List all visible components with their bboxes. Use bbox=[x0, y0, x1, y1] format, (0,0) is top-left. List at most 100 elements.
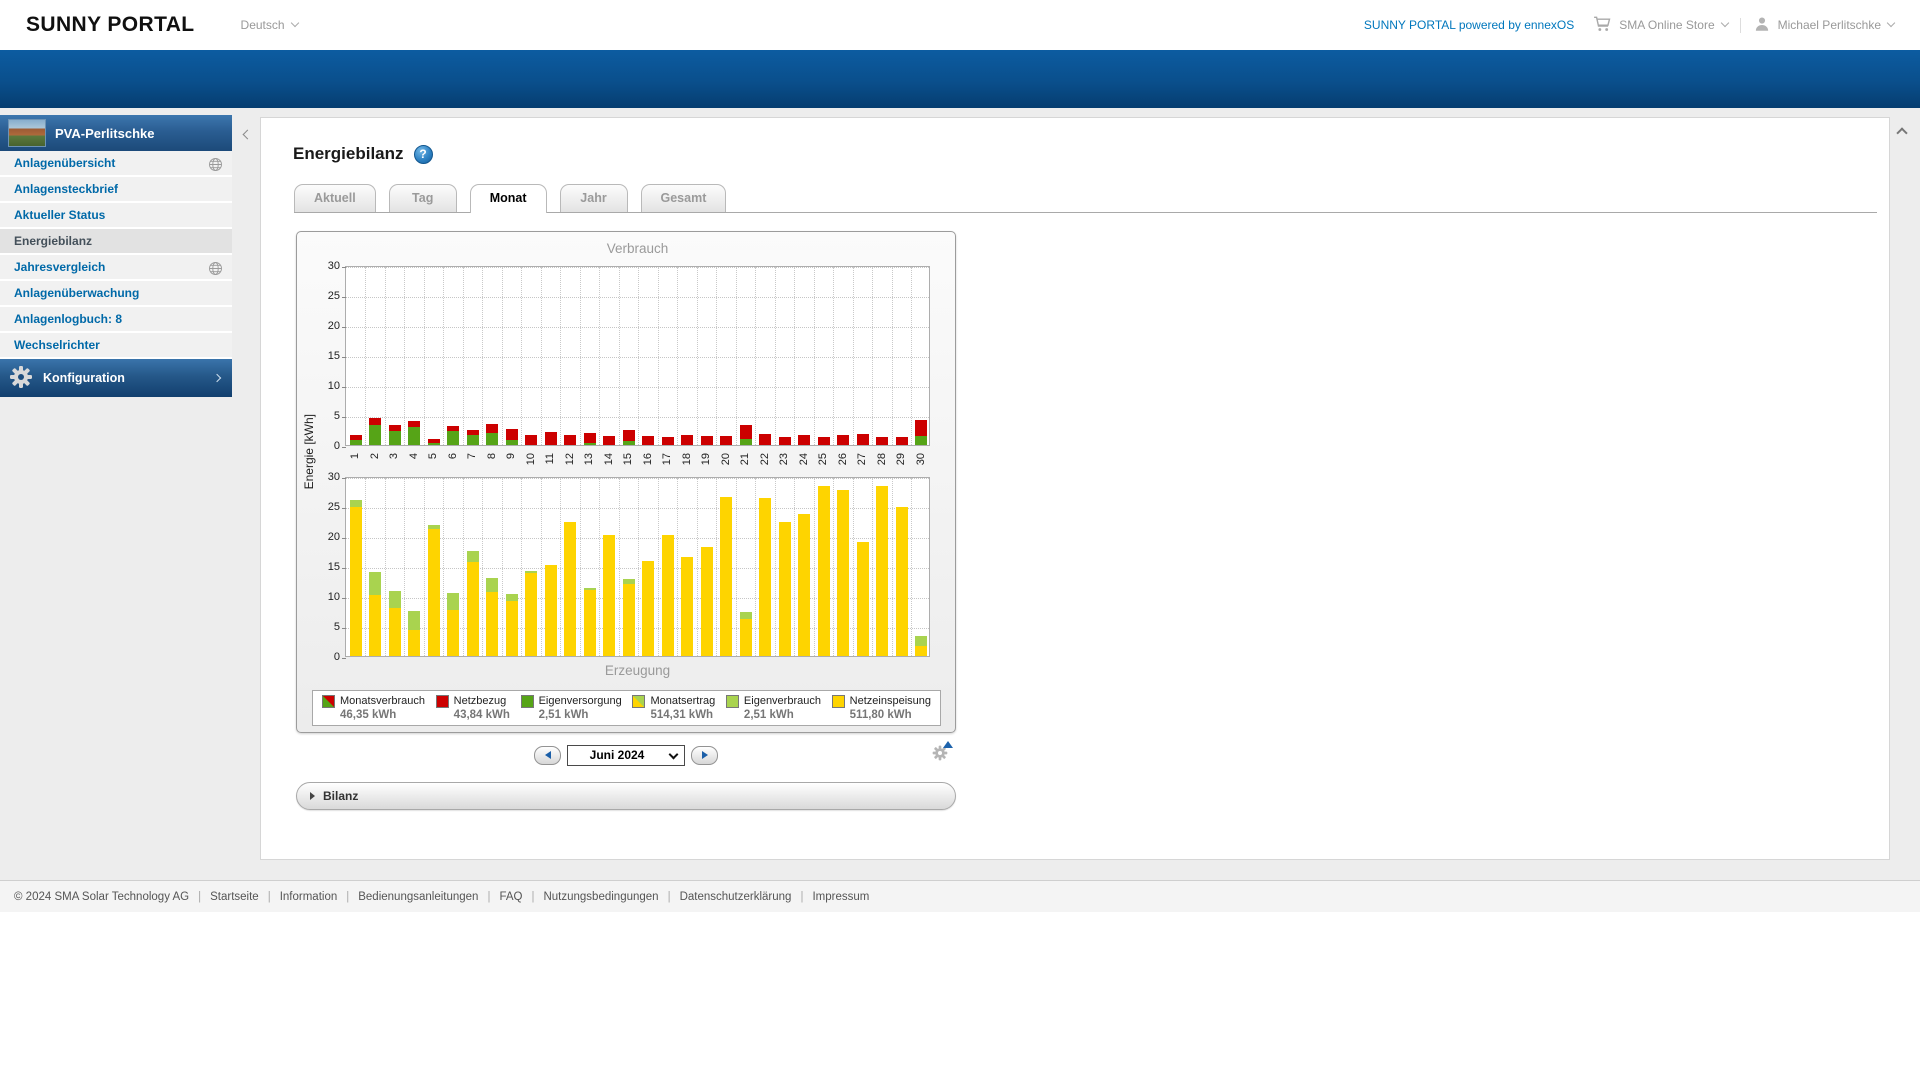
footer-link-bedienungsanleitungen[interactable]: Bedienungsanleitungen bbox=[358, 891, 478, 903]
bar-day-13 bbox=[583, 588, 596, 656]
sidebar-item-wechselrichter[interactable]: Wechselrichter bbox=[0, 333, 232, 359]
footer-link-impressum[interactable]: Impressum bbox=[812, 891, 869, 903]
bar-segment-eigenversorgung bbox=[622, 441, 635, 445]
bar-day-23 bbox=[778, 522, 791, 656]
x-tick-label: 1 bbox=[349, 453, 361, 460]
bar-day-28 bbox=[876, 437, 889, 445]
bar-segment-eigenverbrauch bbox=[408, 611, 421, 630]
gridline-v bbox=[794, 267, 795, 445]
sidebar-item-anlagenuebersicht[interactable]: Anlagenübersicht bbox=[0, 151, 232, 177]
gridline-v bbox=[618, 267, 620, 445]
tab-gesamt[interactable]: Gesamt bbox=[640, 184, 727, 212]
gridline-v bbox=[521, 478, 522, 656]
bar-day-27 bbox=[856, 542, 869, 656]
y-tick bbox=[342, 386, 346, 388]
footer-link-nutzungsbedingungen[interactable]: Nutzungsbedingungen bbox=[543, 891, 658, 903]
month-select[interactable]: Juni 2024 bbox=[567, 744, 685, 766]
bar-segment-netzeinspeisung bbox=[408, 630, 421, 656]
bar-day-27 bbox=[856, 434, 869, 445]
y-tick bbox=[342, 446, 346, 448]
bar-segment-netzeinspeisung bbox=[759, 498, 772, 656]
y-tick-label: 0 bbox=[333, 440, 340, 452]
bar-segment-netzeinspeisung bbox=[466, 562, 479, 656]
collapse-sidebar-button[interactable] bbox=[238, 121, 256, 147]
sidebar-item-konfiguration[interactable]: Konfiguration bbox=[0, 359, 232, 397]
bar-segment-netzeinspeisung bbox=[700, 547, 713, 656]
legend-label: Eigenversorgung bbox=[538, 695, 622, 707]
triangle-left-icon bbox=[544, 751, 551, 759]
footer-link-startseite[interactable]: Startseite bbox=[210, 891, 259, 903]
legend-text: Monatsverbrauch 46,35 kWh bbox=[340, 694, 425, 722]
bar-day-29 bbox=[895, 507, 908, 656]
triangle-up-icon bbox=[943, 741, 953, 748]
chevron-down-icon bbox=[1720, 18, 1729, 28]
help-icon[interactable]: ? bbox=[413, 144, 433, 164]
gridline-v bbox=[891, 267, 893, 445]
legend-value: 2,51 kWh bbox=[538, 709, 589, 721]
bar-segment-netzbezug bbox=[622, 430, 635, 441]
gridline-v bbox=[833, 267, 834, 445]
prev-month-button[interactable] bbox=[534, 745, 561, 765]
footer-link-information[interactable]: Information bbox=[280, 891, 338, 903]
bar-segment-netzeinspeisung bbox=[369, 595, 382, 656]
tab-aktuell[interactable]: Aktuell bbox=[294, 184, 376, 212]
bar-segment-netzbezug bbox=[661, 437, 674, 445]
bar-day-2 bbox=[369, 572, 382, 656]
tab-tag[interactable]: Tag bbox=[388, 184, 457, 212]
bar-day-12 bbox=[564, 435, 577, 445]
x-tick-label: 22 bbox=[758, 453, 771, 466]
footer-link-faq[interactable]: FAQ bbox=[499, 891, 522, 903]
legend-text: Eigenverbrauch 2,51 kWh bbox=[744, 694, 821, 722]
sidebar-item-anlagenlogbuch[interactable]: Anlagenlogbuch: 8 bbox=[0, 307, 232, 333]
bar-segment-netzeinspeisung bbox=[876, 486, 889, 656]
language-selector[interactable]: Deutsch bbox=[241, 18, 299, 32]
sidebar-item-label: Anlagenüberwachung bbox=[14, 286, 140, 300]
bar-day-10 bbox=[525, 435, 538, 445]
x-tick-label: 21 bbox=[739, 453, 751, 466]
powered-by-link[interactable]: SUNNY PORTAL powered by ennexOS bbox=[1364, 18, 1574, 32]
top-header: SUNNY PORTAL Deutsch SUNNY PORTAL powere… bbox=[0, 0, 1920, 50]
tab-jahr[interactable]: Jahr bbox=[559, 184, 628, 212]
user-menu[interactable]: Michael Perlitschke bbox=[1753, 15, 1896, 36]
collapse-panel-button[interactable] bbox=[1891, 120, 1913, 142]
page-title-row: Energiebilanz ? bbox=[293, 144, 1889, 164]
bar-segment-netzeinspeisung bbox=[895, 507, 908, 656]
sidebar-item-anlagensteckbrief[interactable]: Anlagensteckbrief bbox=[0, 177, 232, 203]
x-tick-label: 7 bbox=[466, 453, 478, 460]
sidebar-item-anlagenueberwachung[interactable]: Anlagenüberwachung bbox=[0, 281, 232, 307]
bar-segment-netzbezug bbox=[486, 424, 499, 433]
bar-segment-netzeinspeisung bbox=[642, 561, 655, 656]
gridline-v bbox=[852, 267, 854, 445]
bilanz-expander[interactable]: Bilanz bbox=[296, 782, 956, 810]
bar-segment-netzeinspeisung bbox=[486, 592, 499, 656]
bar-segment-eigenverbrauch bbox=[486, 578, 499, 592]
bar-segment-netzbezug bbox=[681, 435, 694, 445]
gridline-v bbox=[599, 478, 600, 656]
bar-segment-netzbezug bbox=[603, 436, 616, 445]
y-tick bbox=[342, 567, 346, 569]
chart-settings-icon[interactable] bbox=[932, 741, 953, 763]
footer-link-datenschutzerkl-rung[interactable]: Datenschutzerklärung bbox=[680, 891, 792, 903]
bar-day-15 bbox=[622, 579, 635, 656]
legend-swatch bbox=[435, 695, 449, 708]
bar-day-14 bbox=[603, 535, 616, 656]
sidebar-item-energiebilanz[interactable]: Energiebilanz bbox=[0, 229, 232, 255]
sidebar-item-jahresvergleich[interactable]: Jahresvergleich bbox=[0, 255, 232, 281]
next-month-button[interactable] bbox=[691, 745, 718, 765]
tab-monat[interactable]: Monat bbox=[469, 184, 547, 213]
online-store-menu[interactable]: SMA Online Store bbox=[1592, 14, 1729, 37]
x-tick-label: 20 bbox=[719, 453, 732, 466]
bar-segment-eigenverbrauch bbox=[915, 636, 928, 646]
brand-logo[interactable]: SUNNY PORTAL bbox=[26, 13, 195, 37]
bar-segment-netzeinspeisung bbox=[603, 535, 616, 656]
y-tick-label: 0 bbox=[333, 651, 340, 663]
bar-segment-netzbezug bbox=[544, 432, 557, 445]
x-tick-label: 4 bbox=[407, 453, 420, 460]
plant-header[interactable]: PVA-Perlitschke bbox=[0, 115, 232, 151]
gridline-v bbox=[462, 478, 464, 656]
footer-separator: | bbox=[346, 890, 350, 903]
x-tick-label: 19 bbox=[700, 453, 712, 466]
sidebar-item-aktueller-status[interactable]: Aktueller Status bbox=[0, 203, 232, 229]
bar-segment-netzbezug bbox=[856, 434, 869, 445]
bar-segment-eigenversorgung bbox=[915, 436, 928, 445]
